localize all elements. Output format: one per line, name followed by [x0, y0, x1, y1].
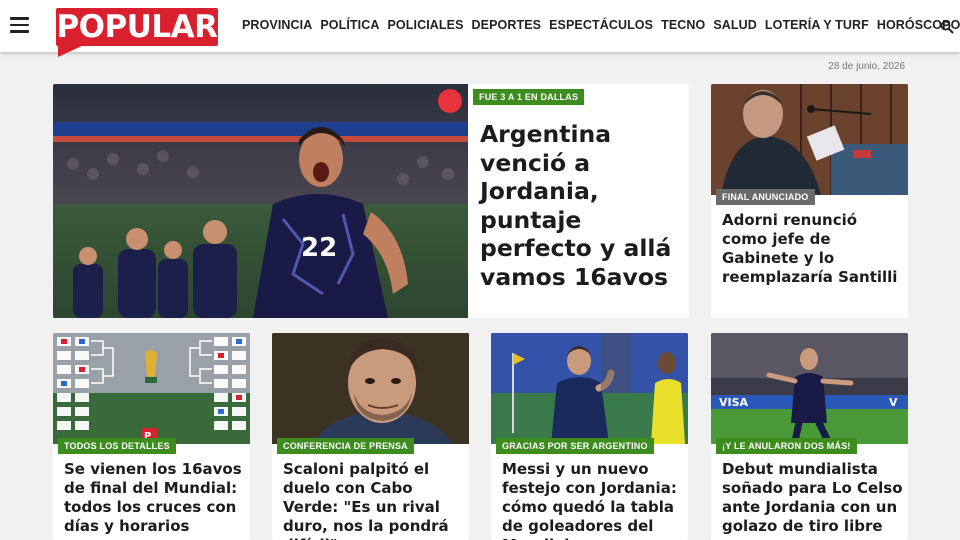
nav-item-espectaculos[interactable]: ESPECTÁCULOS	[549, 18, 653, 32]
story-headline[interactable]: Scaloni palpitó el duelo con Cabo Verde:…	[283, 460, 465, 540]
celebration-photo: 22	[53, 84, 468, 318]
main-nav: PROVINCIA POLÍTICA POLICIALES DEPORTES E…	[242, 18, 960, 32]
story-image[interactable]: VISA V	[711, 333, 908, 444]
current-date: 28 de junio, 2026	[828, 61, 905, 72]
menu-line	[10, 30, 29, 33]
story-image[interactable]	[272, 333, 469, 444]
nav-item-salud[interactable]: SALUD	[713, 18, 757, 32]
menu-line	[10, 17, 29, 20]
site-header: POPULAR PROVINCIA POLÍTICA POLICIALES DE…	[0, 0, 960, 57]
press-conference-photo	[711, 84, 908, 195]
main-story-card[interactable]: 22 FUE 3 A 1 EN DALLAS Argentina venció …	[53, 84, 689, 318]
story-tag: CONFERENCIA DE PRENSA	[277, 438, 414, 454]
side-story-card[interactable]: FINAL ANUNCIADO Adorni renunció como jef…	[711, 84, 908, 318]
side-story-tag: FINAL ANUNCIADO	[716, 189, 815, 205]
story-image[interactable]	[491, 333, 688, 444]
story-headline[interactable]: Se vienen los 16avos de final del Mundia…	[64, 460, 246, 536]
ad-board-text: V	[889, 396, 898, 409]
menu-line	[10, 23, 29, 26]
site-logo[interactable]: POPULAR	[56, 8, 218, 58]
logo-text: POPULAR	[56, 9, 218, 45]
free-kick-photo: VISA V	[711, 333, 908, 444]
nav-item-policiales[interactable]: POLICIALES	[388, 18, 464, 32]
story-card[interactable]: GRACIAS POR SER ARGENTINO Messi y un nue…	[491, 333, 688, 540]
player-celebration-photo	[491, 333, 688, 444]
ad-board-text: VISA	[719, 396, 749, 409]
live-indicator	[438, 89, 462, 113]
jersey-number: 22	[301, 233, 337, 263]
story-card[interactable]: VISA V ¡Y LE ANULARON DOS MÁS! Debut mun…	[711, 333, 908, 540]
nav-item-politica[interactable]: POLÍTICA	[320, 18, 379, 32]
logo-tail	[58, 45, 84, 57]
nav-item-deportes[interactable]: DEPORTES	[472, 18, 542, 32]
story-card[interactable]: CONFERENCIA DE PRENSA Scaloni palpitó el…	[272, 333, 469, 540]
nav-item-tecno[interactable]: TECNO	[661, 18, 705, 32]
story-card[interactable]: P TODOS LOS DETALLES Se vienen los 16avo…	[53, 333, 250, 540]
side-story-image[interactable]	[711, 84, 908, 195]
story-image[interactable]: P	[53, 333, 250, 444]
bracket-image: P	[53, 333, 250, 444]
coach-portrait-photo	[272, 333, 469, 444]
story-headline[interactable]: Messi y un nuevo festejo con Jordania: c…	[502, 460, 684, 540]
main-story-image[interactable]: 22	[53, 84, 468, 318]
menu-icon[interactable]	[10, 17, 29, 33]
story-headline[interactable]: Debut mundialista soñado para Lo Celso a…	[722, 460, 904, 536]
nav-item-loteria[interactable]: LOTERÍA Y TURF	[765, 18, 869, 32]
story-tag: GRACIAS POR SER ARGENTINO	[496, 438, 654, 454]
nav-item-provincia[interactable]: PROVINCIA	[242, 18, 312, 32]
story-tag: ¡Y LE ANULARON DOS MÁS!	[716, 438, 857, 454]
main-story-headline[interactable]: Argentina venció a Jordania, puntaje per…	[480, 120, 680, 291]
side-story-headline[interactable]: Adorni renunció como jefe de Gabinete y …	[722, 211, 904, 287]
main-story-tag: FUE 3 A 1 EN DALLAS	[473, 89, 585, 105]
story-tag: TODOS LOS DETALLES	[58, 438, 176, 454]
search-icon[interactable]	[940, 20, 954, 34]
